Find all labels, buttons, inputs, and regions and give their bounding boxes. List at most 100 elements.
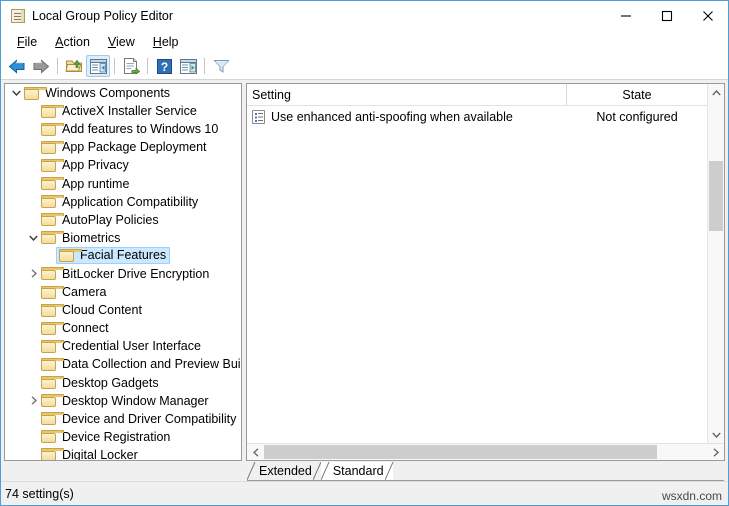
- tree-item[interactable]: Desktop Gadgets: [5, 374, 241, 392]
- column-header-state[interactable]: State: [567, 84, 707, 105]
- tree-item[interactable]: App Package Deployment: [5, 138, 241, 156]
- menu-file-rest: ile: [24, 34, 38, 49]
- tree-item-label: Add features to Windows 10: [62, 122, 219, 137]
- content-area: Windows Components ActiveX Installer Serv…: [1, 80, 728, 461]
- tree-item[interactable]: App runtime: [5, 174, 241, 192]
- horizontal-scroll-thumb[interactable]: [264, 445, 657, 459]
- toolbar-separator: [204, 58, 205, 74]
- folder-icon: [41, 357, 64, 371]
- folder-icon: [41, 303, 64, 317]
- column-header-setting[interactable]: Setting: [247, 84, 567, 105]
- table-row[interactable]: Use enhanced anti-spoofing when availabl…: [247, 106, 707, 127]
- list-vertical-scrollbar[interactable]: [707, 84, 724, 443]
- tab-standard[interactable]: Standard: [320, 462, 394, 480]
- folder-icon: [41, 104, 64, 118]
- show-hide-action-pane-button[interactable]: [176, 55, 200, 77]
- menu-action-rest: ction: [63, 34, 90, 49]
- scroll-up-arrow-icon[interactable]: [708, 84, 724, 101]
- tree-item[interactable]: Device Registration: [5, 428, 241, 446]
- tree-item[interactable]: Add features to Windows 10: [5, 120, 241, 138]
- toolbar: ?: [1, 53, 728, 80]
- tab-label: Standard: [332, 464, 384, 478]
- tree-item-label: Cloud Content: [62, 303, 142, 318]
- list-horizontal-scrollbar[interactable]: [247, 443, 724, 460]
- tree-item-label: Camera: [62, 285, 107, 300]
- console-tree-pane[interactable]: Windows Components ActiveX Installer Serv…: [4, 83, 242, 461]
- tree-item[interactable]: Camera: [5, 283, 241, 301]
- chevron-placeholder: [26, 428, 41, 446]
- menu-view[interactable]: View: [99, 33, 144, 52]
- folder-icon: [41, 267, 64, 281]
- settings-list-pane[interactable]: Setting State Use enhanced anti-spoofing…: [246, 83, 725, 461]
- close-button[interactable]: [687, 1, 728, 31]
- tree-item-label: App Package Deployment: [62, 140, 207, 155]
- menu-help[interactable]: Help: [144, 33, 188, 52]
- tree-item[interactable]: Cloud Content: [5, 301, 241, 319]
- filter-button[interactable]: [209, 55, 233, 77]
- maximize-button[interactable]: [646, 1, 687, 31]
- tree-item[interactable]: App Privacy: [5, 156, 241, 174]
- scroll-down-arrow-icon[interactable]: [708, 426, 724, 443]
- folder-icon: [41, 122, 64, 136]
- view-tabs: Extended Standard: [247, 461, 724, 481]
- folder-icon: [41, 213, 64, 227]
- tree-item-content: Biometrics: [41, 231, 120, 245]
- title-bar[interactable]: Local Group Policy Editor: [1, 1, 728, 31]
- chevron-placeholder: [26, 211, 41, 229]
- tree-item-content: Device Registration: [41, 430, 170, 444]
- question-mark-icon: ?: [156, 58, 172, 74]
- tree-item[interactable]: AutoPlay Policies: [5, 211, 241, 229]
- tree-item-content: Cloud Content: [41, 303, 142, 317]
- tree-item[interactable]: BitLocker Drive Encryption: [5, 265, 241, 283]
- chevron-placeholder: [26, 193, 41, 211]
- right-arrow-icon: [33, 58, 50, 74]
- tree-item-content: App Privacy: [41, 158, 129, 172]
- tree-item[interactable]: Desktop Window Manager: [5, 392, 241, 410]
- tree-item[interactable]: Windows Components: [5, 84, 241, 102]
- tree-list: Windows Components ActiveX Installer Serv…: [5, 84, 241, 460]
- folder-icon: [41, 339, 64, 353]
- tree-item[interactable]: Device and Driver Compatibility: [5, 410, 241, 428]
- tree-item[interactable]: Data Collection and Preview Build: [5, 355, 241, 373]
- tree-item[interactable]: Connect: [5, 319, 241, 337]
- tree-item[interactable]: Facial Features: [5, 247, 241, 265]
- cell-state: Not configured: [567, 110, 707, 124]
- minimize-button[interactable]: [605, 1, 646, 31]
- status-text: 74 setting(s): [5, 486, 74, 501]
- chevron-placeholder: [26, 337, 41, 355]
- chevron-down-icon[interactable]: [9, 84, 24, 102]
- tab-label: Extended: [259, 464, 312, 478]
- tab-extended[interactable]: Extended: [247, 462, 322, 480]
- chevron-right-icon[interactable]: [26, 392, 41, 410]
- menu-action[interactable]: Action: [46, 33, 99, 52]
- tree-item-content: Camera: [41, 285, 106, 299]
- chevron-placeholder: [26, 138, 41, 156]
- menu-file[interactable]: File: [8, 33, 46, 52]
- tree-item[interactable]: Digital Locker: [5, 446, 241, 460]
- vertical-scroll-thumb[interactable]: [709, 161, 723, 231]
- up-one-level-button[interactable]: [62, 55, 86, 77]
- help-button[interactable]: ?: [152, 55, 176, 77]
- back-button[interactable]: [5, 55, 29, 77]
- status-bar: 74 setting(s) wsxdn.com: [1, 481, 728, 505]
- tree-item-content: BitLocker Drive Encryption: [41, 267, 209, 281]
- folder-icon: [41, 448, 64, 460]
- scroll-right-arrow-icon[interactable]: [707, 444, 724, 460]
- chevron-right-icon[interactable]: [26, 265, 41, 283]
- tree-item[interactable]: ActiveX Installer Service: [5, 102, 241, 120]
- funnel-icon: [212, 59, 230, 73]
- chevron-placeholder: [26, 319, 41, 337]
- forward-button[interactable]: [29, 55, 53, 77]
- horizontal-scroll-track[interactable]: [264, 444, 707, 460]
- export-list-button[interactable]: [119, 55, 143, 77]
- tree-item-label: ActiveX Installer Service: [62, 104, 197, 119]
- tree-item[interactable]: Application Compatibility: [5, 193, 241, 211]
- chevron-down-icon[interactable]: [26, 229, 41, 247]
- tree-item[interactable]: Credential User Interface: [5, 337, 241, 355]
- show-hide-console-tree-button[interactable]: [86, 55, 110, 77]
- vertical-scroll-track[interactable]: [708, 101, 724, 426]
- tree-item[interactable]: Biometrics: [5, 229, 241, 247]
- tree-item-label: Device and Driver Compatibility: [62, 411, 237, 426]
- export-list-icon: [123, 58, 140, 74]
- scroll-left-arrow-icon[interactable]: [247, 444, 264, 460]
